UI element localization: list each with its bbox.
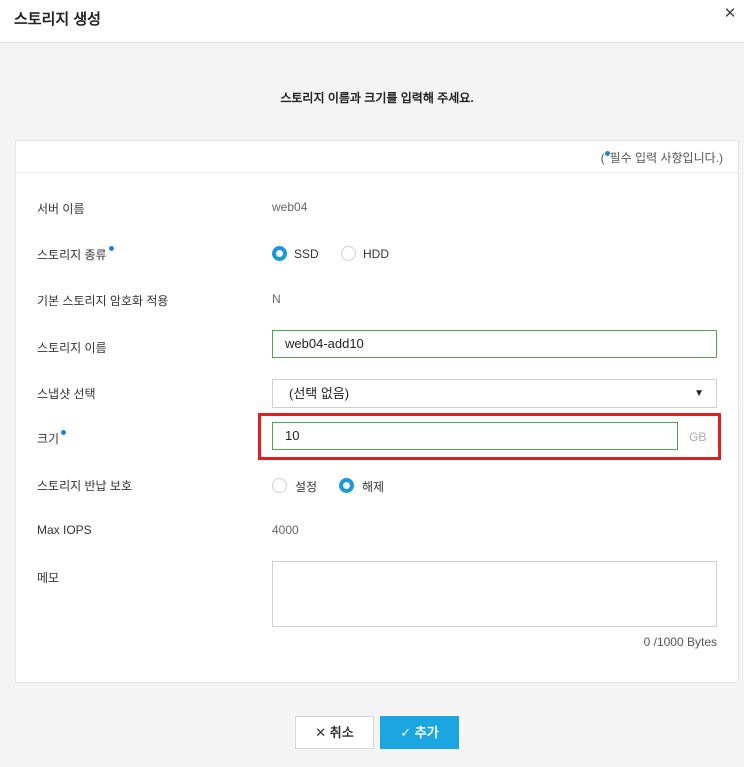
add-button-label: 추가 [414, 725, 439, 740]
divider [16, 172, 738, 173]
dropdown-arrow-icon: ▼ [694, 388, 704, 399]
close-icon: ✕ [315, 725, 327, 740]
storage-name-input[interactable]: web04-add10 [272, 330, 717, 358]
max-iops-value: 4000 [272, 523, 299, 537]
max-iops-label: Max IOPS [37, 523, 92, 537]
size-label-text: 크기 [37, 432, 60, 446]
server-name-value: web04 [272, 200, 308, 214]
snapshot-select[interactable]: (선택 없음) ▼ [272, 379, 717, 408]
storage-name-label: 스토리지 이름 [37, 341, 107, 355]
storage-type-label: 스토리지 종류 [37, 246, 114, 263]
instruction-text: 스토리지 이름과 크기를 입력해 주세요. [280, 91, 474, 105]
protection-on-label[interactable]: 설정 [295, 478, 317, 495]
check-icon: ✓ [400, 725, 412, 740]
hdd-radio[interactable] [341, 246, 356, 261]
cancel-button-label: 취소 [329, 725, 354, 740]
required-dot-icon [61, 430, 67, 435]
required-note-text: 필수 입력 사항입니다.) [609, 151, 723, 165]
hdd-radio-label[interactable]: HDD [363, 247, 389, 261]
required-note: (필수 입력 사항입니다.) [601, 149, 723, 166]
dialog-title: 스토리지 생성 [14, 11, 101, 28]
return-protection-label: 스토리지 반납 보호 [37, 479, 132, 493]
snapshot-select-value: (선택 없음) [289, 386, 350, 401]
protection-off-radio[interactable] [339, 478, 354, 493]
ssd-radio-label[interactable]: SSD [294, 247, 319, 261]
required-dot-icon [108, 246, 114, 251]
close-icon[interactable]: ✕ [722, 6, 738, 22]
memo-label: 메모 [37, 571, 60, 585]
protection-off-label[interactable]: 해제 [362, 478, 384, 495]
cancel-button[interactable]: ✕ 취소 [295, 716, 374, 749]
ssd-radio[interactable] [272, 246, 287, 261]
storage-type-label-text: 스토리지 종류 [37, 248, 107, 262]
server-name-label: 서버 이름 [37, 202, 85, 216]
size-label: 크기 [37, 430, 67, 447]
dialog-header: 스토리지 생성 ✕ [0, 0, 744, 43]
add-button[interactable]: ✓ 추가 [380, 716, 459, 749]
protection-on-radio[interactable] [272, 478, 287, 493]
encryption-value: N [272, 292, 281, 306]
memo-byte-counter: 0 /1000 Bytes [643, 635, 717, 649]
snapshot-label: 스냅샷 선택 [37, 387, 96, 401]
encryption-label: 기본 스토리지 암호화 적용 [37, 294, 169, 308]
size-highlight-box [258, 413, 721, 460]
memo-textarea[interactable] [272, 561, 717, 627]
